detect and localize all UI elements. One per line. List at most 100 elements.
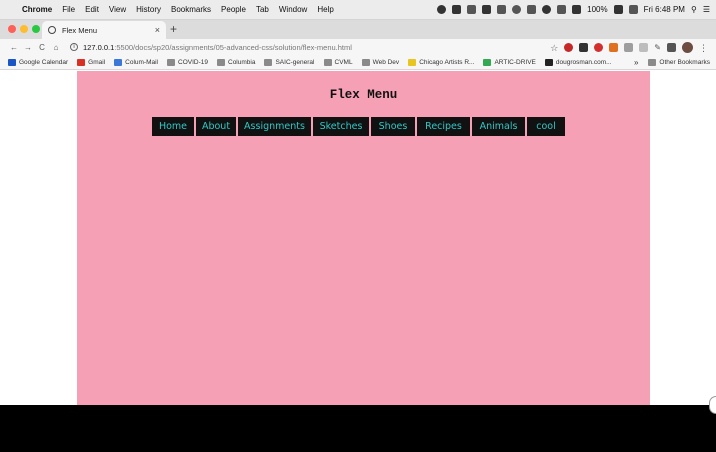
url-host: 127.0.0.1 [83,42,115,52]
extension-status-icon[interactable] [452,5,462,14]
nav-link-recipes[interactable]: Recipes [417,117,470,136]
extension-icon-2[interactable] [624,42,634,52]
extension-icon-4[interactable] [667,42,676,52]
bookmark-item[interactable]: Colum-Mail [114,58,158,66]
more-bookmarks-button[interactable]: » [634,58,638,67]
folder-icon [323,58,332,66]
notification-center-icon[interactable]: ☰ [703,5,710,14]
address-bar[interactable]: i 127.0.0.1 :5500/docs/sp20/assignments/… [70,43,550,52]
minimize-window-icon[interactable] [20,25,28,33]
browser-toolbar: ← → C ⌂ i 127.0.0.1 :5500/docs/sp20/assi… [0,39,716,55]
dropbox-icon[interactable] [467,5,477,14]
mac-menubar: Chrome File Edit View History Bookmarks … [0,0,716,20]
record-icon[interactable] [437,5,447,14]
zoom-window-icon[interactable] [32,25,40,33]
folder-icon [217,58,225,66]
bookmark-item[interactable]: COVID-19 [167,58,208,66]
nav-link-assignments[interactable]: Assignments [238,117,311,136]
bluetooth-icon[interactable] [527,5,537,14]
calendar-icon [8,58,16,66]
browser-tab-strip: Flex Menu × + [0,20,716,39]
url-path: :5500/docs/sp20/assignments/05-advanced-… [114,42,352,52]
nav-link-home[interactable]: Home [152,117,194,136]
menubar-item-file[interactable]: File [62,5,75,14]
spotlight-icon[interactable]: ⚲ [691,5,697,14]
bookmark-star-icon[interactable]: ☆ [550,43,558,53]
black-overlay-bar [0,405,716,452]
menubar-item-bookmarks[interactable]: Bookmarks [171,5,211,14]
page-viewport: Flex Menu Home About Assignments Sketche… [0,71,716,405]
info-icon[interactable]: i [70,43,78,51]
menubar-item-history[interactable]: History [136,5,161,14]
bookmark-item[interactable]: ARTIC-DRIVE [483,58,536,66]
page-icon [408,58,417,66]
back-button[interactable]: ← [8,43,20,52]
browser-tab[interactable]: Flex Menu × [42,21,166,39]
home-button[interactable]: ⌂ [50,43,62,52]
extension-icon-3[interactable] [639,42,649,52]
battery-icon[interactable] [613,5,623,14]
folder-icon [361,58,370,66]
folder-icon [167,58,176,66]
mail-icon [114,58,123,66]
eyedropper-icon[interactable]: ✎ [654,43,661,52]
window-controls [8,25,40,33]
menubar-item-tab[interactable]: Tab [256,5,269,14]
profile-avatar[interactable] [682,41,693,53]
nav-link-cool[interactable]: cool [527,117,565,136]
nav-link-shoes[interactable]: Shoes [371,117,415,136]
volume-icon[interactable] [557,5,567,14]
extension-icons: ☆ ✎ ⋮ [550,41,716,53]
nav-link-animals[interactable]: Animals [472,117,525,136]
adblock-icon[interactable] [564,42,574,52]
fox-icon[interactable] [609,42,619,52]
nav-link-sketches[interactable]: Sketches [313,117,369,136]
drive-icon [483,58,492,66]
bookmark-item[interactable]: dougrosman.com... [544,58,612,66]
bookmark-item[interactable]: Gmail [77,58,105,66]
reload-button[interactable]: C [36,43,48,52]
bookmark-item[interactable]: SAIC-general [264,58,315,66]
scroll-indicator-icon[interactable] [709,396,716,414]
extension-icon[interactable] [579,42,589,52]
menubar-item-edit[interactable]: Edit [85,5,99,14]
page-title: Flex Menu [329,88,398,102]
bookmarks-bar-right: » Other Bookmarks [634,58,716,67]
bookmark-item[interactable]: Web Dev [361,58,399,66]
nav-link-about[interactable]: About [196,117,236,136]
lastpass-icon[interactable] [594,42,604,52]
flex-menu: Home About Assignments Sketches Shoes Re… [152,117,565,136]
menubar-app-name[interactable]: Chrome [22,5,52,14]
cloud-icon[interactable] [482,5,492,14]
folder-icon [648,58,657,66]
menubar-item-window[interactable]: Window [279,5,307,14]
menubar-item-help[interactable]: Help [317,5,333,14]
bookmark-item[interactable]: CVML [323,58,353,66]
time-machine-icon[interactable] [512,5,522,14]
grid-icon[interactable] [497,5,507,14]
bookmark-item[interactable]: Columbia [217,58,255,66]
folder-icon [264,58,273,66]
flag-icon[interactable] [628,5,638,14]
tab-title: Flex Menu [62,25,98,35]
bookmark-item[interactable]: Chicago Artists R... [408,58,474,66]
menu-kebab-icon[interactable]: ⋮ [699,43,708,53]
new-tab-button[interactable]: + [170,22,177,36]
battery-percent[interactable]: 100% [587,5,607,14]
wifi-icon[interactable] [542,5,552,14]
page-container: Flex Menu Home About Assignments Sketche… [77,71,650,405]
menubar-status-area: 100% Fri 6:48 PM ⚲ ☰ [437,5,716,14]
menubar-clock[interactable]: Fri 6:48 PM [644,5,685,14]
menubar-item-people[interactable]: People [221,5,246,14]
globe-icon [48,26,56,34]
site-icon [544,58,553,66]
other-bookmarks[interactable]: Other Bookmarks [648,58,710,66]
forward-button[interactable]: → [22,43,34,52]
airplay-icon[interactable] [572,5,582,14]
close-tab-icon[interactable]: × [155,25,160,35]
menubar-item-view[interactable]: View [109,5,126,14]
gmail-icon [77,58,86,66]
bookmarks-bar: Google Calendar Gmail Colum-Mail COVID-1… [0,55,716,70]
bookmark-item[interactable]: Google Calendar [8,58,68,66]
close-window-icon[interactable] [8,25,16,33]
